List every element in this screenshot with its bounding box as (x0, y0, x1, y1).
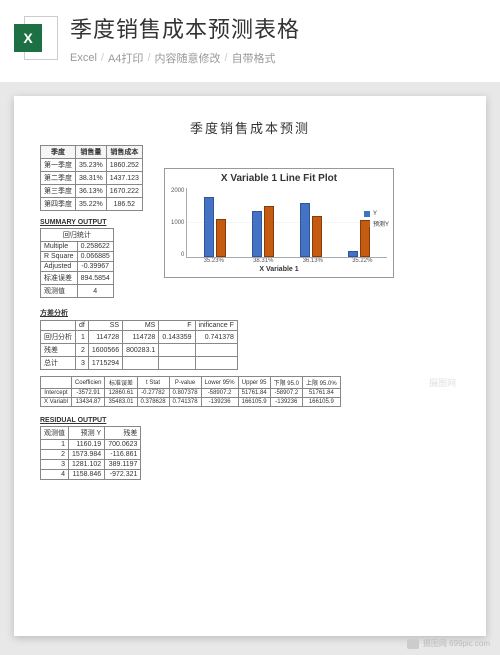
chart-x-title: X Variable 1 (171, 266, 387, 273)
chart-y-axis: 2000 1000 0 (171, 188, 186, 258)
page-subtitle: Excel/ A4打印/ 内容随意修改/ 自带格式 (70, 50, 482, 66)
table-row: 41158.846-972.321 (41, 470, 141, 480)
quarterly-data-table: 季度销售量销售成本 第一季度35.23%1860.252 第二季度38.31%1… (40, 145, 143, 211)
table-row: R Square0.066885 (41, 252, 114, 262)
sheet-title: 季度销售成本预测 (40, 118, 460, 137)
table-row: Adjusted-0.39967 (41, 262, 114, 272)
table-row: 总计31715294 (41, 357, 238, 370)
table-row: 残差21600566800283.1 (41, 344, 238, 357)
anova-table: dfSSMSFinificance F 回归分析11147281147280.1… (40, 320, 238, 370)
anova-heading: 方差分析 (40, 308, 460, 318)
residual-table: 观测值预测 Y残差 11160.19700.0623 21573.984-116… (40, 426, 141, 480)
line-fit-chart: X Variable 1 Line Fit Plot 2000 1000 0 3… (164, 168, 394, 278)
residual-output-heading: RESIDUAL OUTPUT (40, 417, 460, 424)
table-row: 标准误差894.5854 (41, 272, 114, 285)
camera-icon (407, 639, 419, 649)
table-row: X Variabl13434.8735483.010.3786280.74137… (41, 398, 341, 407)
chart-legend: Y 预测Y (364, 209, 389, 230)
regression-stats-table: 回归统计 Multiple0.258622 R Square0.066885 A… (40, 228, 114, 298)
table-row: Intercept-3572.9112860.61-0.277820.80737… (41, 389, 341, 398)
watermark-text: 摄图网 (429, 376, 456, 389)
table-row: 11160.19700.0623 (41, 440, 141, 450)
table-row: Multiple0.258622 (41, 242, 114, 252)
app-header: X 季度销售成本预测表格 Excel/ A4打印/ 内容随意修改/ 自带格式 (0, 0, 500, 82)
table-row: 第一季度35.23%1860.252 (41, 159, 143, 172)
chart-x-labels: 35.23% 38.31% 36.13% 35.22% (171, 258, 387, 264)
table-row: 回归分析11147281147280.1433590.741378 (41, 331, 238, 344)
footer-watermark: 摄图网 699pic.com (407, 638, 490, 649)
table-row: 第三季度36.13%1670.222 (41, 185, 143, 198)
page-title: 季度销售成本预测表格 (70, 12, 482, 44)
excel-icon: X (14, 16, 58, 60)
document-sheet: 季度销售成本预测 季度销售量销售成本 第一季度35.23%1860.252 第二… (14, 96, 486, 636)
table-row: 31281.102389.1197 (41, 460, 141, 470)
table-row: 第二季度38.31%1437.123 (41, 172, 143, 185)
table-row: 21573.984-116.861 (41, 450, 141, 460)
chart-title: X Variable 1 Line Fit Plot (171, 173, 387, 184)
table-row: 第四季度35.22%186.52 (41, 198, 143, 211)
coefficients-table: Coefficien标准误差t StatP-valueLower 95%Uppe… (40, 376, 341, 407)
chart-plot-area (186, 188, 387, 258)
table-row: 观测值4 (41, 285, 114, 298)
